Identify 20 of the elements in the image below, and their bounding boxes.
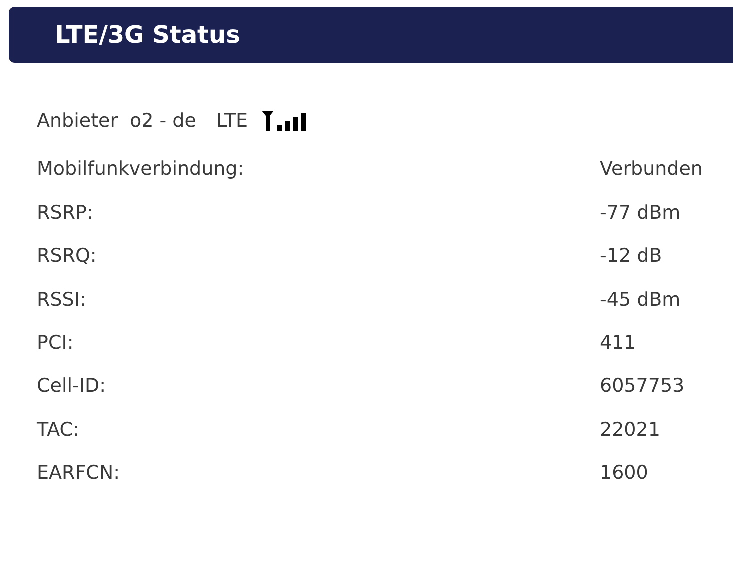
field-label: Mobilfunkverbindung: [37,157,246,182]
field-value: 411 [600,331,636,356]
network-type: LTE [216,108,248,134]
field-label: RSRP: [37,200,94,226]
field-value: -12 dB [600,244,662,270]
provider-name: o2 - de [130,108,196,134]
field-value: 22021 [600,418,660,443]
field-value: -45 dBm [600,288,681,313]
page-title: LTE/3G Status [55,20,240,51]
field-value: 6057753 [600,374,685,400]
field-label: TAC: [37,418,80,443]
field-label: Cell-ID: [37,374,108,400]
provider-label: Anbieter [37,108,118,134]
field-value: -77 dBm [600,200,681,226]
field-value: 1600 [600,461,648,486]
field-label: RSSI: [37,288,88,313]
field-label: PCI: [37,331,75,356]
field-label: RSRQ: [37,244,98,270]
field-value: Verbunden [600,157,703,182]
field-label: EARFCN: [37,461,122,486]
